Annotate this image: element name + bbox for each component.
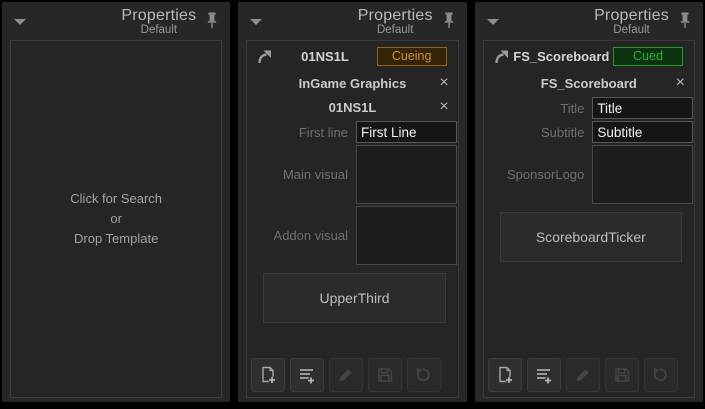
title-input[interactable] xyxy=(592,97,693,119)
undo-button[interactable] xyxy=(644,358,678,392)
jump-to-template-arrow-icon[interactable] xyxy=(254,49,273,65)
drop-hint-line: Drop Template xyxy=(74,229,158,249)
addon-visual-dropbox[interactable] xyxy=(356,206,457,265)
panel-content: FS_Scoreboard Cued FS_Scoreboard × Title… xyxy=(483,40,695,398)
close-icon[interactable]: × xyxy=(676,73,685,92)
field-label: First line xyxy=(248,125,348,140)
save-icon xyxy=(612,365,632,385)
panel-header: Properties Default xyxy=(475,2,703,40)
panel-subtitle: Default xyxy=(358,24,433,36)
panel-title-block: Properties Default xyxy=(475,2,703,38)
panel-menu-caret-icon[interactable] xyxy=(14,18,28,26)
template-name: FS_Scoreboard xyxy=(510,49,613,64)
edit-icon xyxy=(573,365,593,385)
panel-menu-caret-icon[interactable] xyxy=(487,18,501,26)
panel-subtitle: Default xyxy=(594,24,669,36)
spacer xyxy=(247,323,457,358)
panel-header: Properties Default xyxy=(238,2,466,40)
drop-hint-line: or xyxy=(110,209,122,229)
panel-title: Properties xyxy=(121,7,196,25)
fields-form: Title Subtitle SponsorLogo xyxy=(484,97,694,206)
add-to-rundown-icon xyxy=(297,365,317,385)
properties-panel-ingame: Properties Default xyxy=(238,2,466,402)
graphic-section-header: InGame Graphics × xyxy=(247,71,457,93)
scoreboardticker-template-button[interactable]: ScoreboardTicker xyxy=(500,212,682,262)
field-label: Addon visual xyxy=(248,228,348,243)
template-status-bar: FS_Scoreboard Cued xyxy=(484,44,694,69)
edit-button[interactable] xyxy=(566,358,600,392)
field-row: First line xyxy=(247,121,457,143)
undo-button[interactable] xyxy=(407,358,441,392)
first-line-input[interactable] xyxy=(356,121,457,143)
properties-panels-workspace: Properties Default Click for Search or D… xyxy=(0,0,705,409)
edit-button[interactable] xyxy=(329,358,363,392)
save-button[interactable] xyxy=(605,358,639,392)
properties-panel-empty: Properties Default Click for Search or D… xyxy=(2,2,230,402)
properties-panel-scoreboard: Properties Default xyxy=(475,2,703,402)
close-icon[interactable]: × xyxy=(439,97,448,116)
panel-menu-caret-icon[interactable] xyxy=(250,18,264,26)
new-template-icon xyxy=(258,365,278,385)
fields-form: First line Main visual Addon visual xyxy=(247,121,457,267)
template-toolbar xyxy=(247,358,457,397)
add-to-rundown-button[interactable] xyxy=(290,358,324,392)
panel-subtitle: Default xyxy=(121,24,196,36)
main-visual-dropbox[interactable] xyxy=(356,145,457,204)
subtitle-input[interactable] xyxy=(592,121,693,143)
close-icon[interactable]: × xyxy=(439,73,448,92)
add-to-rundown-icon xyxy=(534,365,554,385)
drop-hint[interactable]: Click for Search or Drop Template xyxy=(11,41,221,397)
template-drop-zone[interactable]: Click for Search or Drop Template xyxy=(10,40,222,398)
new-template-button[interactable] xyxy=(488,358,522,392)
field-row: Addon visual xyxy=(247,206,457,265)
template-section-header: 01NS1L × xyxy=(247,95,457,117)
template-section-title: 01NS1L xyxy=(329,100,377,115)
panel-title-block: Properties Default xyxy=(2,2,230,38)
field-row: SponsorLogo xyxy=(484,145,694,204)
panel-title: Properties xyxy=(594,7,669,25)
field-label: SponsorLogo xyxy=(484,167,584,182)
field-row: Title xyxy=(484,97,694,119)
jump-to-template-arrow-icon[interactable] xyxy=(491,49,510,65)
field-label: Subtitle xyxy=(484,125,584,140)
template-name: 01NS1L xyxy=(273,49,376,64)
undo-icon xyxy=(651,365,671,385)
panel-title-block: Properties Default xyxy=(238,2,466,38)
spacer xyxy=(484,262,694,358)
graphic-section-title: InGame Graphics xyxy=(299,76,407,91)
panel-header: Properties Default xyxy=(2,2,230,40)
save-icon xyxy=(375,365,395,385)
upperthird-template-button[interactable]: UpperThird xyxy=(263,273,445,323)
new-template-icon xyxy=(495,365,515,385)
undo-icon xyxy=(414,365,434,385)
field-row: Subtitle xyxy=(484,121,694,143)
sponsor-logo-dropbox[interactable] xyxy=(592,145,693,204)
drop-hint-line: Click for Search xyxy=(70,189,162,209)
template-section-title: FS_Scoreboard xyxy=(541,76,637,91)
panel-title: Properties xyxy=(358,7,433,25)
save-button[interactable] xyxy=(368,358,402,392)
pin-icon[interactable] xyxy=(679,12,691,32)
status-badge: Cued xyxy=(613,47,683,66)
field-label: Title xyxy=(484,101,584,116)
field-label: Main visual xyxy=(248,167,348,182)
pin-icon[interactable] xyxy=(206,12,218,32)
new-template-button[interactable] xyxy=(251,358,285,392)
status-badge: Cueing xyxy=(377,47,447,66)
field-row: Main visual xyxy=(247,145,457,204)
edit-icon xyxy=(336,365,356,385)
panel-content: 01NS1L Cueing InGame Graphics × 01NS1L ×… xyxy=(246,40,458,398)
template-toolbar xyxy=(484,358,694,397)
template-section-header: FS_Scoreboard × xyxy=(484,71,694,93)
add-to-rundown-button[interactable] xyxy=(527,358,561,392)
pin-icon[interactable] xyxy=(443,12,455,32)
template-status-bar: 01NS1L Cueing xyxy=(247,44,457,69)
